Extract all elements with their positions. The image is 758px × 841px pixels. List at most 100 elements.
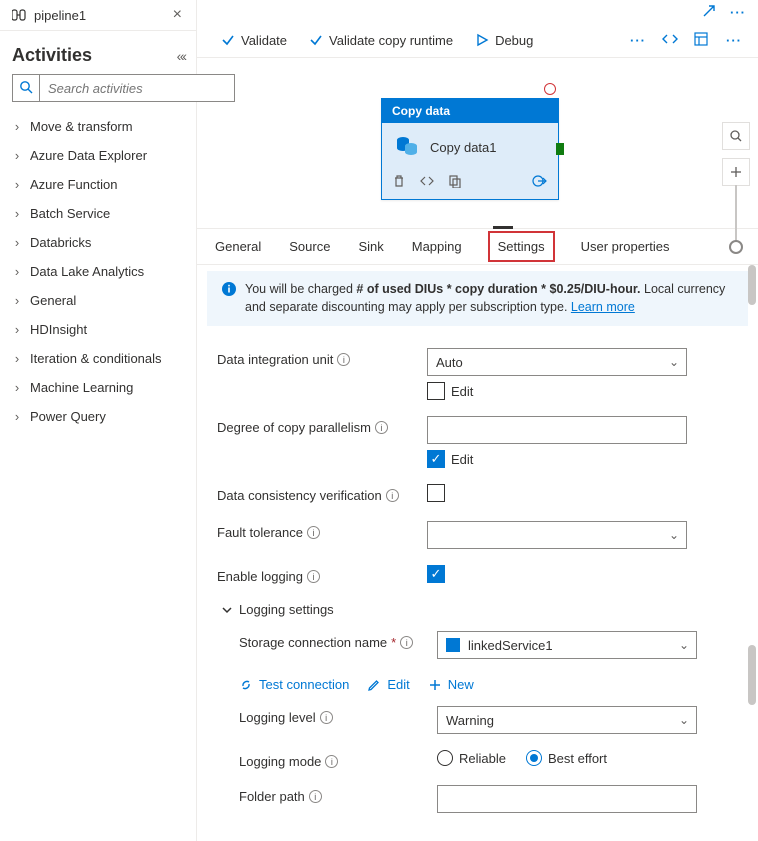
clone-node-button[interactable] [448,174,462,191]
info-icon[interactable]: i [375,421,388,434]
tab-settings[interactable]: Settings [488,231,555,262]
tab-sink[interactable]: Sink [356,229,385,264]
tab-source[interactable]: Source [287,229,332,264]
pipeline-toolbar: Validate Validate copy runtime Debug ··· [197,24,758,58]
node-output-button[interactable] [532,174,548,191]
activity-tabs: General Source Sink Mapping Settings Use… [197,229,758,265]
activities-sidebar: pipeline1 × Activities « ‹ ›Move & trans… [0,0,197,841]
search-activities[interactable] [12,74,184,102]
info-icon[interactable]: i [320,711,333,724]
search-icon [19,80,33,97]
toolbar-more-button[interactable]: ··· [630,33,646,48]
chevron-right-icon: › [12,206,22,221]
enable-logging-row: Enable logging i ✓ [217,557,738,592]
delete-node-button[interactable] [392,174,406,191]
node-type-label: Copy data [382,99,558,123]
app-root: pipeline1 × Activities « ‹ ›Move & trans… [0,0,758,841]
category-iteration-conditionals[interactable]: ›Iteration & conditionals [0,344,196,373]
validation-error-icon [544,83,556,95]
info-icon [221,281,237,316]
node-success-connector[interactable] [556,143,564,155]
logging-settings-header[interactable]: Logging settings [217,592,738,623]
toolbar-overflow-button[interactable]: ··· [726,33,742,48]
debug-button[interactable]: Debug [475,33,533,48]
new-connection-button[interactable]: New [428,677,474,692]
fault-tolerance-select[interactable] [427,521,687,549]
category-azure-data-explorer[interactable]: ›Azure Data Explorer [0,141,196,170]
canvas-zoom-tools [722,122,750,254]
close-tab-button[interactable]: × [169,6,186,24]
consistency-row: Data consistency verification i [217,476,738,513]
tab-general[interactable]: General [213,229,263,264]
chevron-right-icon: › [12,322,22,337]
pipeline-tab[interactable]: pipeline1 × [0,0,196,31]
info-icon[interactable]: i [325,755,338,768]
storage-connection-select[interactable]: linkedService1 [437,631,697,659]
copy-data-activity-node[interactable]: Copy data Copy data1 [381,98,559,200]
chevron-right-icon: › [12,293,22,308]
settings-panel-wrap: You will be charged # of used DIUs * cop… [197,265,758,841]
scroll-thumb-bottom[interactable] [748,645,756,705]
enable-logging-checkbox[interactable]: ✓ [427,565,445,583]
category-hdinsight[interactable]: ›HDInsight [0,315,196,344]
activities-heading: Activities [12,45,92,66]
more-menu-button[interactable]: ··· [730,5,746,20]
info-icon[interactable]: i [400,636,413,649]
tab-mapping[interactable]: Mapping [410,229,464,264]
info-icon[interactable]: i [307,526,320,539]
connection-actions: Test connection Edit New [217,667,738,698]
scroll-thumb-top[interactable] [748,265,756,305]
expand-icon[interactable] [702,4,716,21]
code-view-button[interactable] [662,32,678,49]
info-icon[interactable]: i [386,489,399,502]
zoom-in-button[interactable] [722,158,750,186]
chevron-right-icon: › [12,177,22,192]
folder-path-input[interactable] [437,785,697,813]
canvas-search-button[interactable] [722,122,750,150]
chevron-right-icon: › [12,351,22,366]
test-connection-button[interactable]: Test connection [239,677,349,692]
parallelism-edit-checkbox[interactable]: ✓ [427,450,445,468]
storage-connection-row: Storage connection name * i linkedServic… [217,623,738,667]
info-icon[interactable]: i [337,353,350,366]
category-azure-function[interactable]: ›Azure Function [0,170,196,199]
window-topbar: ··· [197,0,758,24]
category-batch-service[interactable]: ›Batch Service [0,199,196,228]
category-databricks[interactable]: ›Databricks [0,228,196,257]
tab-user-properties[interactable]: User properties [579,229,672,264]
parallelism-input[interactable] [427,416,687,444]
node-code-button[interactable] [420,174,434,191]
logging-level-select[interactable]: Warning [437,706,697,734]
chevron-right-icon: › [12,235,22,250]
zoom-track[interactable] [735,185,737,241]
zoom-handle[interactable] [729,240,743,254]
template-button[interactable] [694,32,710,49]
validate-button[interactable]: Validate [221,33,287,48]
panel-scrollbar[interactable] [748,265,756,841]
category-power-query[interactable]: ›Power Query [0,402,196,431]
collapse-panel-button[interactable]: « ‹ [177,48,184,64]
pricing-info-banner: You will be charged # of used DIUs * cop… [207,271,748,326]
pipeline-icon [12,8,28,22]
category-move-transform[interactable]: ›Move & transform [0,112,196,141]
fault-tolerance-row: Fault tolerance i ⌄ [217,513,738,557]
settings-panel: You will be charged # of used DIUs * cop… [197,265,758,841]
pipeline-canvas[interactable]: Copy data Copy data1 [197,58,758,229]
info-icon[interactable]: i [307,570,320,583]
chevron-right-icon: › [12,148,22,163]
logging-mode-reliable-radio[interactable]: Reliable [437,750,506,766]
activities-header: Activities « ‹ [0,31,196,74]
info-icon[interactable]: i [309,790,322,803]
folder-path-row: Folder path i [217,777,738,821]
diu-select[interactable]: Auto [427,348,687,376]
edit-connection-button[interactable]: Edit [367,677,409,692]
consistency-checkbox[interactable] [427,484,445,502]
category-general[interactable]: ›General [0,286,196,315]
linked-service-icon [446,638,460,652]
learn-more-link[interactable]: Learn more [571,300,635,314]
validate-copy-runtime-button[interactable]: Validate copy runtime [309,33,453,48]
category-machine-learning[interactable]: ›Machine Learning [0,373,196,402]
diu-edit-checkbox[interactable] [427,382,445,400]
category-data-lake-analytics[interactable]: ›Data Lake Analytics [0,257,196,286]
logging-mode-best-effort-radio[interactable]: Best effort [526,750,607,766]
